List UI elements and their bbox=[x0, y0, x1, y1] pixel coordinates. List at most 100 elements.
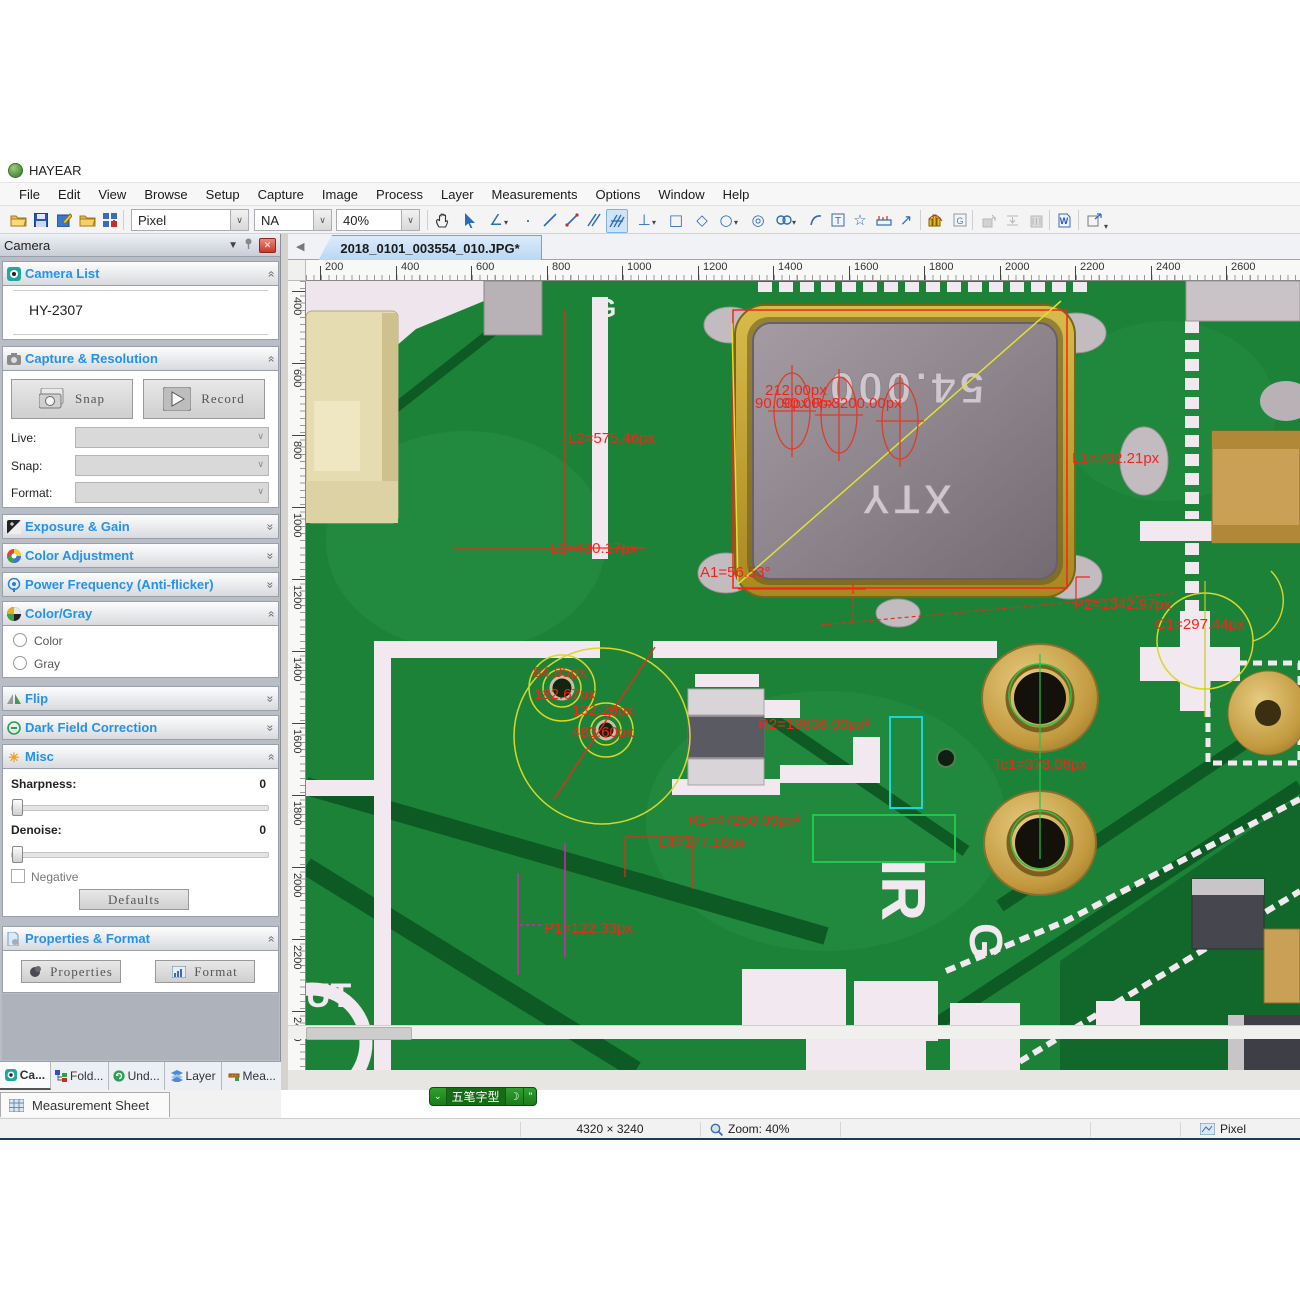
collapse-icon[interactable]: » bbox=[264, 610, 278, 617]
edit-image-icon[interactable] bbox=[54, 209, 74, 231]
move-layer-icon[interactable] bbox=[978, 209, 998, 231]
expand-icon[interactable]: » bbox=[264, 552, 278, 559]
text-tool-icon[interactable]: T bbox=[828, 209, 848, 231]
denoise-slider-thumb[interactable] bbox=[12, 846, 23, 863]
ime-bar[interactable]: ⌄ 五笔字型 ☽ ” bbox=[429, 1087, 537, 1106]
ime-chevron-icon[interactable]: ⌄ bbox=[430, 1088, 447, 1105]
image-canvas[interactable]: G IR G UT bbox=[306, 281, 1300, 1070]
pan-hand-icon[interactable] bbox=[432, 209, 452, 231]
word-export-icon[interactable]: W bbox=[1054, 209, 1074, 231]
annulus-tool-icon[interactable] bbox=[774, 209, 794, 231]
negative-checkbox[interactable]: Negative bbox=[11, 869, 78, 884]
na-select[interactable]: NA ∨ bbox=[254, 209, 332, 231]
panel-power-frequency-header[interactable]: Power Frequency (Anti-flicker) » bbox=[2, 572, 279, 597]
live-select[interactable] bbox=[75, 427, 269, 448]
pin-icon[interactable] bbox=[244, 238, 253, 252]
tab-measurements[interactable]: Mea... bbox=[222, 1062, 281, 1090]
panel-dark-field-header[interactable]: Dark Field Correction » bbox=[2, 715, 279, 740]
expand-icon[interactable]: » bbox=[264, 581, 278, 588]
zoom-select[interactable]: 40% ∨ bbox=[336, 209, 420, 231]
menu-setup[interactable]: Setup bbox=[197, 187, 249, 202]
chevron-down-icon[interactable]: ▾ bbox=[734, 218, 738, 227]
menu-measurements[interactable]: Measurements bbox=[483, 187, 587, 202]
camera-device-item[interactable]: HY-2307 bbox=[29, 302, 83, 318]
arrow-line-tool-icon[interactable] bbox=[562, 209, 582, 231]
tab-scroll-left-icon[interactable]: ◀ bbox=[296, 240, 304, 253]
menu-edit[interactable]: Edit bbox=[49, 187, 89, 202]
export-icon[interactable] bbox=[1084, 209, 1104, 231]
ime-mode-label[interactable]: 五笔字型 bbox=[447, 1088, 506, 1105]
line-tool-icon[interactable] bbox=[540, 209, 560, 231]
chevron-down-icon[interactable]: ▾ bbox=[652, 218, 656, 227]
chevron-down-icon[interactable]: ▾ bbox=[504, 218, 508, 227]
menu-layer[interactable]: Layer bbox=[432, 187, 483, 202]
splitter[interactable] bbox=[281, 234, 288, 1090]
save-icon[interactable] bbox=[31, 209, 51, 231]
expand-icon[interactable]: » bbox=[264, 695, 278, 702]
format-select[interactable] bbox=[75, 482, 269, 503]
select-arrow-icon[interactable] bbox=[460, 209, 480, 231]
horizontal-scrollbar[interactable] bbox=[288, 1025, 1300, 1039]
parallel-lines-tool-icon[interactable] bbox=[584, 209, 604, 231]
point-tool-icon[interactable]: · bbox=[518, 209, 538, 231]
ime-punct-icon[interactable]: ” bbox=[524, 1088, 536, 1105]
ellipse-tool-icon[interactable]: ○ bbox=[716, 209, 736, 231]
collapse-icon[interactable]: » bbox=[264, 753, 278, 760]
defaults-button[interactable]: Defaults bbox=[79, 889, 189, 910]
panel-color-gray-header[interactable]: Color/Gray » bbox=[2, 601, 279, 626]
arrow-ne-tool-icon[interactable]: ↗ bbox=[896, 209, 916, 231]
menu-window[interactable]: Window bbox=[649, 187, 713, 202]
panel-capture-header[interactable]: Capture & Resolution » bbox=[2, 346, 279, 371]
star-tool-icon[interactable]: ☆ bbox=[850, 209, 870, 231]
caliper-tool-icon[interactable] bbox=[874, 209, 894, 231]
unit-select[interactable]: Pixel ∨ bbox=[131, 209, 249, 231]
histogram-icon[interactable] bbox=[926, 209, 946, 231]
close-icon[interactable]: ✕ bbox=[259, 238, 276, 253]
scrollbar-thumb[interactable] bbox=[306, 1027, 412, 1040]
concentric-circle-tool-icon[interactable]: ◎ bbox=[748, 209, 768, 231]
panel-misc-header[interactable]: ✳ Misc » bbox=[2, 744, 279, 769]
record-button[interactable]: Record bbox=[143, 379, 265, 419]
collapse-icon[interactable]: » bbox=[264, 935, 278, 942]
gray-radio[interactable]: Gray bbox=[13, 656, 60, 671]
panel-exposure-header[interactable]: Exposure & Gain » bbox=[2, 514, 279, 539]
dropdown-icon[interactable]: ▼ bbox=[228, 240, 238, 251]
panel-camera-list-header[interactable]: Camera List » bbox=[2, 261, 279, 286]
align-center-icon[interactable] bbox=[1002, 209, 1022, 231]
menu-options[interactable]: Options bbox=[587, 187, 650, 202]
menu-browse[interactable]: Browse bbox=[135, 187, 196, 202]
rhombus-tool-icon[interactable]: ◇ bbox=[692, 209, 712, 231]
chevron-down-icon[interactable]: ▾ bbox=[792, 218, 796, 227]
collapse-icon[interactable]: » bbox=[264, 270, 278, 277]
rectangle-tool-icon[interactable]: □ bbox=[666, 209, 686, 231]
measurement-sheet-tab[interactable]: Measurement Sheet bbox=[0, 1092, 170, 1117]
color-radio[interactable]: Color bbox=[13, 633, 63, 648]
menu-file[interactable]: File bbox=[10, 187, 49, 202]
delete-layer-icon[interactable] bbox=[1026, 209, 1046, 231]
menu-view[interactable]: View bbox=[89, 187, 135, 202]
format-button[interactable]: Format bbox=[155, 960, 255, 983]
perpendicular-tool-icon[interactable]: ⊥ bbox=[634, 209, 654, 231]
properties-button[interactable]: Properties bbox=[21, 960, 121, 983]
menu-process[interactable]: Process bbox=[367, 187, 432, 202]
panel-properties-format-header[interactable]: Properties & Format » bbox=[2, 926, 279, 951]
tab-folders[interactable]: Fold... bbox=[51, 1062, 109, 1090]
chevron-down-icon[interactable]: ∨ bbox=[401, 210, 419, 230]
open-file-icon[interactable] bbox=[8, 209, 28, 231]
tab-undo[interactable]: Und... bbox=[109, 1062, 165, 1090]
chevron-down-icon[interactable]: ∨ bbox=[313, 210, 331, 230]
grid-toggle-icon[interactable]: G bbox=[950, 209, 970, 231]
layout-grid-icon[interactable] bbox=[100, 209, 120, 231]
menu-help[interactable]: Help bbox=[714, 187, 759, 202]
chevron-down-icon[interactable]: ▾ bbox=[1104, 222, 1108, 231]
ime-halfmoon-icon[interactable]: ☽ bbox=[506, 1088, 525, 1105]
angle-tool-icon[interactable]: ∠ bbox=[486, 209, 506, 231]
snap-button[interactable]: Snap bbox=[11, 379, 133, 419]
arc-tool-icon[interactable] bbox=[806, 209, 826, 231]
snap-resolution-select[interactable] bbox=[75, 455, 269, 476]
panel-color-adjustment-header[interactable]: Color Adjustment » bbox=[2, 543, 279, 568]
collapse-icon[interactable]: » bbox=[264, 355, 278, 362]
hatched-parallel-tool-icon[interactable] bbox=[606, 209, 628, 233]
document-tab[interactable]: 2018_0101_003554_010.JPG* bbox=[318, 235, 542, 261]
expand-icon[interactable]: » bbox=[264, 724, 278, 731]
